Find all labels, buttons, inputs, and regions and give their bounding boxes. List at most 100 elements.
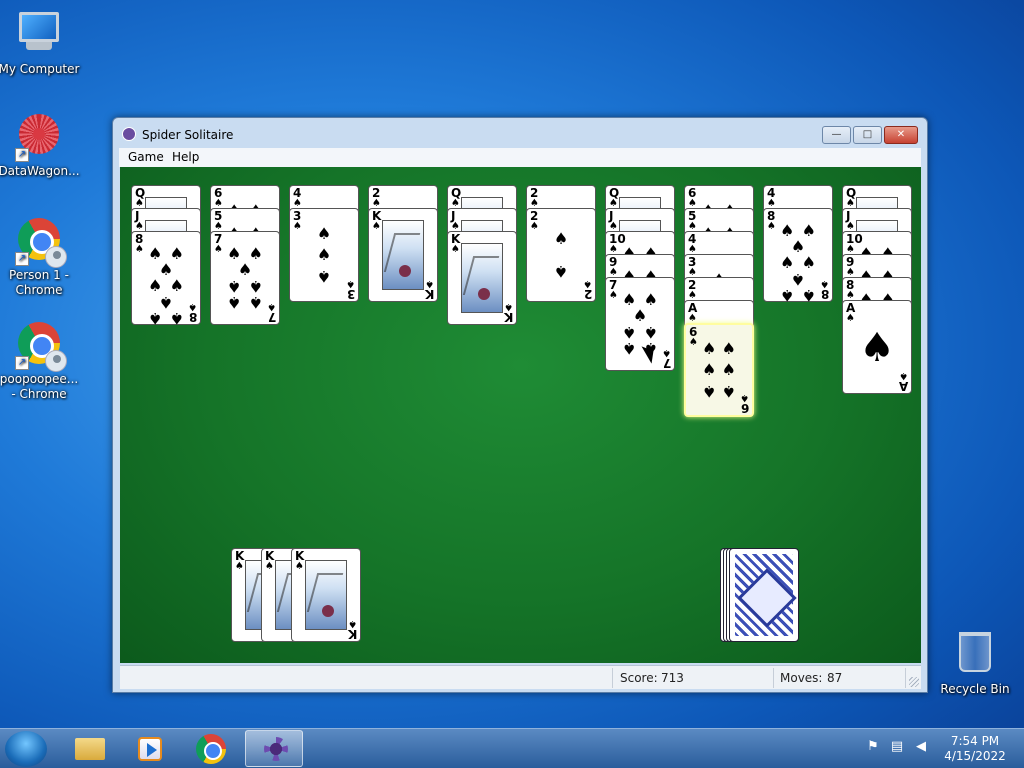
spade-icon: ♠ [721, 381, 736, 401]
spade-icon: ♠ [148, 309, 163, 328]
spade-icon: ♠ [899, 370, 908, 381]
shortcut-arrow-icon: ↗ [15, 148, 29, 162]
spade-icon: ♠ [372, 221, 381, 232]
spade-icon: ♠ [780, 286, 795, 305]
court-card-artwork [461, 243, 503, 313]
spade-icon: ♠ [689, 337, 698, 348]
moves-value: 87 [827, 671, 843, 685]
spade-icon: ♠ [227, 277, 242, 296]
media-player-icon [138, 737, 162, 761]
clock-date: 4/15/2022 [944, 749, 1006, 763]
datawagon-icon: ↗ [15, 114, 63, 162]
spade-icon: ♠ [801, 286, 816, 305]
action-center-icon[interactable]: ⚑ [866, 739, 880, 755]
spider-icon [264, 737, 288, 761]
spade-icon: ♠ [632, 306, 648, 325]
spade-icon: ♠ [622, 339, 637, 358]
card-back-pattern [735, 554, 793, 636]
spade-icon: ♠ [702, 359, 717, 379]
spider-app-icon [122, 127, 136, 141]
status-bar: Score: 713 Moves: 87 [120, 665, 921, 689]
card-7-of-spades[interactable]: 7 ♠ 7 ♠ ♠ ♠ ♠ ♠ ♠ ♠ ♠ [605, 277, 675, 371]
card-a-of-spades[interactable]: A♠A♠♠ [842, 300, 912, 394]
card-3-of-spades[interactable]: 3♠3♠♠♠♠ [289, 208, 359, 302]
spade-icon: ♠ [643, 323, 658, 342]
resize-grip[interactable] [909, 677, 919, 687]
card-k-of-spades[interactable]: K♠K♠ [291, 548, 361, 642]
volume-icon[interactable]: ◀ [914, 739, 928, 755]
card-pips: ♠♠♠♠♠♠ [702, 339, 736, 401]
spade-icon: ♠ [316, 267, 332, 287]
spade-icon: ♠ [553, 262, 569, 281]
spade-icon: ♠ [267, 301, 276, 312]
spade-icon: ♠ [553, 229, 569, 248]
moves-label: Moves: [780, 671, 823, 685]
spade-icon: ♠ [188, 301, 197, 312]
close-button[interactable]: ✕ [884, 126, 918, 144]
card-pips: ♠ ♠ ♠ ♠ ♠ ♠ ♠ [227, 246, 263, 313]
taskbar-media-player[interactable] [120, 730, 178, 767]
desktop-icon-recycle-bin[interactable]: Recycle Bin [933, 628, 1017, 697]
spade-icon: ♠ [846, 313, 855, 324]
card-back[interactable] [729, 548, 799, 642]
chrome-profile-icon: ↗ [15, 322, 67, 372]
network-icon[interactable]: ▤ [890, 739, 904, 755]
card-k-of-spades[interactable]: K♠K♠ [447, 231, 517, 325]
spade-icon: ♠ [780, 253, 795, 272]
spade-icon: ♠ [158, 293, 174, 312]
spade-icon: ♠ [662, 347, 671, 358]
desktop-icon-poopoopee-chrome[interactable]: ↗ poopoopee... - Chrome [0, 319, 81, 402]
game-table[interactable]: Q♠Q♠J♠J♠8♠8♠♠♠♠♠♠♠♠♠6♠6♠♠♠♠♠♠♠5♠5♠♠♠♠♠♠7… [120, 167, 921, 663]
spade-icon: ♠ [767, 221, 776, 232]
spade-icon: ♠ [721, 359, 736, 379]
desktop-icon-label: poopoopee... - Chrome [0, 372, 79, 401]
taskbar-explorer[interactable] [60, 730, 118, 767]
maximize-button[interactable]: □ [853, 126, 882, 144]
menu-game[interactable]: Game [128, 150, 164, 164]
spade-icon: ♠ [820, 278, 829, 289]
court-card-artwork [305, 560, 347, 630]
spade-icon: ♠ [346, 278, 355, 289]
taskbar-chrome[interactable] [182, 730, 240, 767]
start-button[interactable] [5, 731, 47, 767]
spade-icon: ♠ [316, 223, 332, 243]
spade-icon: ♠ [859, 325, 895, 371]
card-6-of-spades[interactable]: 6♠6♠♠♠♠♠♠♠ [684, 323, 754, 417]
spade-icon: ♠ [721, 339, 736, 359]
menu-bar: Game Help [119, 148, 921, 167]
desktop-icon-label: DataWagon... [0, 164, 80, 178]
spade-icon: ♠ [801, 253, 816, 272]
spade-icon: ♠ [295, 561, 304, 572]
spade-icon: ♠ [214, 244, 223, 255]
shortcut-arrow-icon: ↗ [15, 252, 29, 266]
spade-icon: ♠ [530, 221, 539, 232]
chrome-icon [196, 734, 226, 764]
desktop-icon-datawagon[interactable]: ↗ DataWagon... [0, 112, 81, 179]
card-8-of-spades[interactable]: 8♠8♠♠♠♠♠♠♠♠♠ [131, 231, 201, 328]
menu-help[interactable]: Help [172, 150, 199, 164]
score-value: 713 [661, 671, 684, 685]
spade-icon: ♠ [248, 277, 263, 296]
spade-icon: ♠ [702, 339, 717, 359]
clock-time: 7:54 PM [950, 734, 1000, 748]
spade-icon: ♠ [248, 293, 263, 312]
taskbar-spider-solitaire[interactable] [245, 730, 303, 767]
minimize-button[interactable]: — [822, 126, 851, 144]
spade-icon: ♠ [622, 323, 637, 342]
score-label: Score: [620, 671, 658, 685]
desktop-icon-my-computer[interactable]: My Computer [0, 8, 81, 77]
desktop-icon-label: Recycle Bin [940, 682, 1010, 696]
card-7-of-spades[interactable]: 7 ♠ 7 ♠ ♠ ♠ ♠ ♠ ♠ ♠ ♠ [210, 231, 280, 325]
taskbar-clock[interactable]: 7:54 PM 4/15/2022 [940, 734, 1010, 764]
desktop-icon-label: Person 1 - Chrome [9, 268, 69, 297]
card-k-of-spades[interactable]: K♠K♠ [368, 208, 438, 302]
card-8-of-spades[interactable]: 8♠8♠♠♠♠♠♠♠♠♠ [763, 208, 833, 306]
desktop-icon-person1-chrome[interactable]: ↗ Person 1 - Chrome [0, 215, 81, 298]
spade-icon: ♠ [265, 561, 274, 572]
window-title: Spider Solitaire [142, 128, 234, 142]
chrome-profile-icon: ↗ [15, 218, 67, 268]
card-pips: ♠♠ [543, 223, 579, 287]
title-bar[interactable]: Spider Solitaire — □ ✕ [113, 118, 927, 148]
card-2-of-spades[interactable]: 2♠2♠♠♠ [526, 208, 596, 302]
card-pips: ♠♠♠♠♠♠♠♠ [780, 223, 816, 306]
